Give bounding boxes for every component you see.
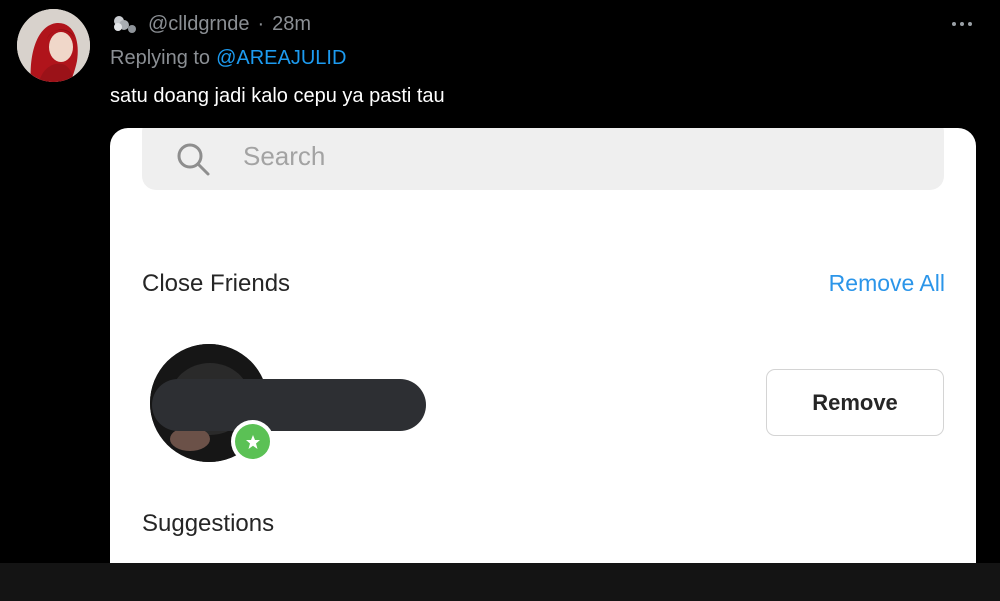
tweet-header: @clldgrnde · 28m xyxy=(110,10,311,38)
close-friends-heading: Close Friends xyxy=(142,270,291,297)
tweet-timestamp[interactable]: 28m xyxy=(272,13,311,36)
author-avatar[interactable] xyxy=(17,9,90,82)
star-icon xyxy=(235,424,270,459)
search-placeholder: Search xyxy=(243,141,326,171)
replying-to-mention[interactable]: @AREAJULID xyxy=(216,47,346,70)
tweet-text: satu doang jadi kalo cepu ya pasti tau xyxy=(110,84,445,107)
remove-friend-button[interactable]: Remove xyxy=(766,369,944,436)
remove-all-link[interactable]: Remove All xyxy=(829,270,945,297)
handle-emoji-icon xyxy=(110,13,140,35)
header-separator: · xyxy=(257,12,265,35)
replying-to-line: Replying to @AREAJULID xyxy=(110,44,346,72)
close-friend-badge xyxy=(231,420,274,463)
search-icon xyxy=(177,143,210,176)
author-handle[interactable]: @clldgrnde xyxy=(148,13,249,36)
tweet-reply-page: @clldgrnde · 28m Replying to @AREAJULID … xyxy=(0,0,1000,601)
redacted-username xyxy=(152,379,426,431)
bottom-band xyxy=(0,563,1000,601)
attached-screenshot[interactable]: Search Close Friends Remove All Remove S… xyxy=(110,128,976,568)
replying-to-label: Replying to xyxy=(110,46,211,69)
suggestions-heading: Suggestions xyxy=(142,510,275,537)
search-bar[interactable]: Search xyxy=(142,128,944,190)
more-options-icon[interactable] xyxy=(946,10,978,38)
